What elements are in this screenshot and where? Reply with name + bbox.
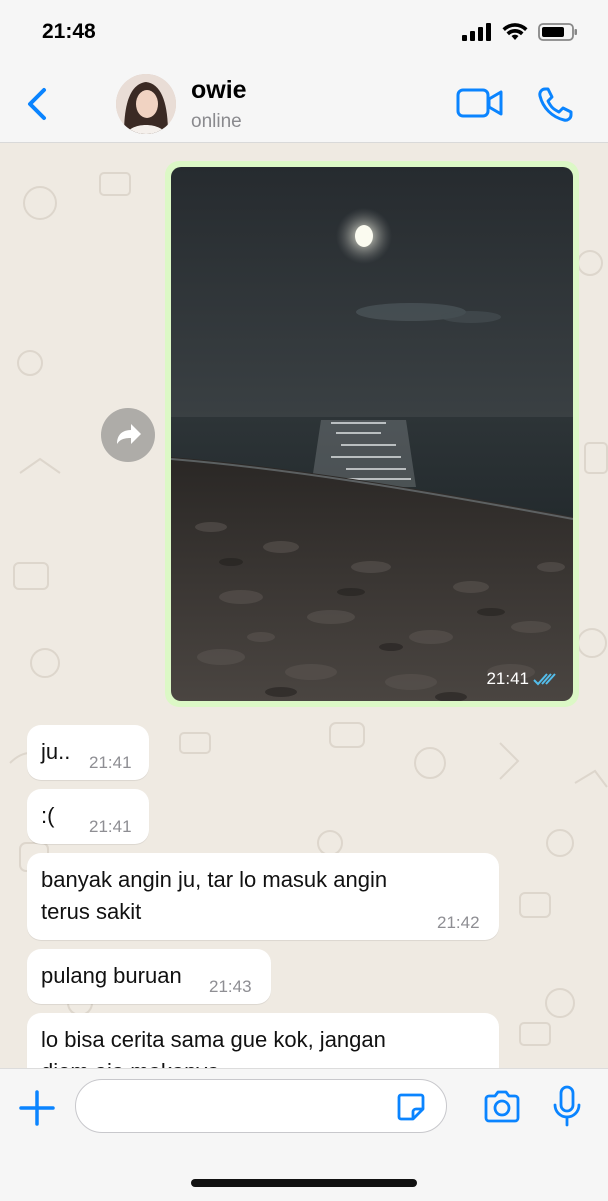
message-text-line-2: terus sakit: [41, 899, 142, 924]
chat-area[interactable]: 21:41 ju.. 21:41 :( 21:41 banyak angin j…: [0, 143, 608, 1068]
message-text-line-1: banyak angin ju, tar lo masuk angin: [41, 867, 388, 892]
battery-icon: [538, 23, 577, 41]
chat-header: owie online: [0, 64, 608, 143]
status-time: 21:48: [42, 20, 96, 43]
sticker-icon[interactable]: [395, 1091, 427, 1123]
contact-status: online: [191, 111, 242, 132]
system-icons: [462, 22, 578, 42]
beach-night-photo[interactable]: 21:41: [171, 167, 573, 701]
video-call-icon[interactable]: [456, 87, 504, 119]
forward-button[interactable]: [101, 408, 155, 462]
avatar[interactable]: [116, 74, 176, 134]
message-time: 21:42: [437, 913, 480, 932]
status-bar: 21:48: [0, 0, 608, 64]
forward-icon: [117, 424, 141, 444]
message-text: ju..: [41, 739, 71, 764]
image-message[interactable]: 21:41: [165, 161, 579, 707]
microphone-icon[interactable]: [551, 1085, 583, 1127]
message-bubble[interactable]: :( 21:41: [27, 789, 149, 844]
signal-icon: [462, 23, 491, 41]
message-meta: 21:41: [486, 669, 559, 689]
message-text-line-2: diem aja makanya: [41, 1059, 220, 1068]
message-time: 21:41: [89, 753, 132, 772]
message-composer: [0, 1068, 608, 1201]
message-bubble[interactable]: pulang buruan 21:43: [27, 949, 271, 1004]
message-time: 21:43: [209, 977, 252, 996]
camera-icon[interactable]: [482, 1089, 522, 1125]
contact-name[interactable]: owie: [191, 76, 247, 105]
message-text: pulang buruan: [41, 963, 182, 988]
phone-icon[interactable]: [536, 86, 574, 124]
message-text: :(: [41, 803, 55, 828]
message-bubble[interactable]: ju.. 21:41: [27, 725, 149, 780]
home-indicator: [191, 1179, 417, 1187]
message-bubble[interactable]: banyak angin ju, tar lo masuk angin teru…: [27, 853, 499, 940]
wifi-icon: [502, 22, 528, 40]
message-bubble[interactable]: lo bisa cerita sama gue kok, jangan diem…: [27, 1013, 499, 1068]
read-receipt-icon: [533, 673, 556, 686]
message-text-line-1: lo bisa cerita sama gue kok, jangan: [41, 1027, 386, 1052]
message-time: 21:41: [89, 817, 132, 836]
message-time: 21:41: [486, 669, 529, 688]
message-input[interactable]: [75, 1079, 447, 1133]
plus-icon[interactable]: [18, 1089, 56, 1127]
back-chevron-icon[interactable]: [22, 84, 56, 124]
